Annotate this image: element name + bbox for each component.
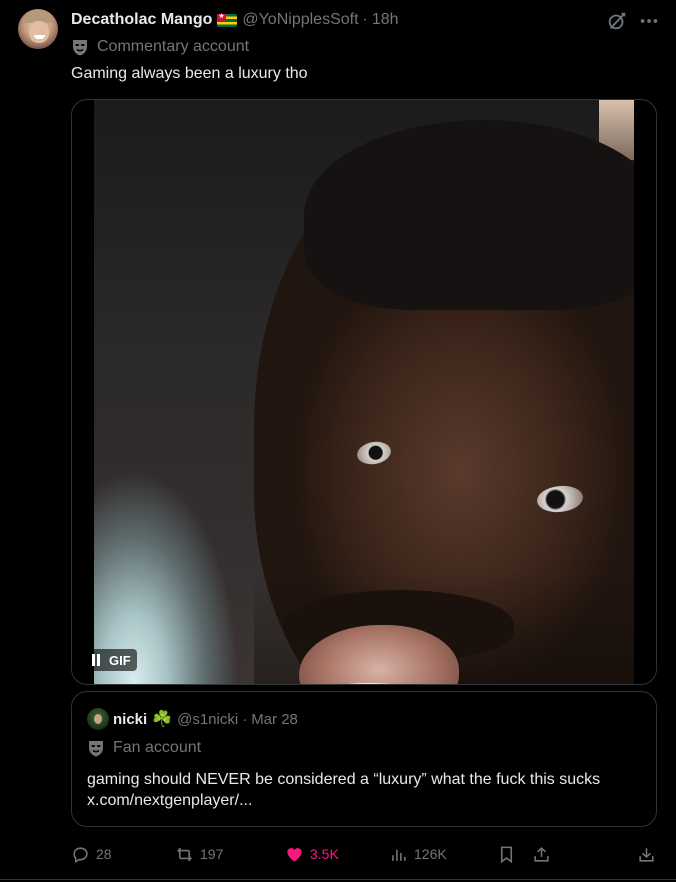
author-handle[interactable]: @YoNipplesSoft xyxy=(242,11,358,29)
top-divider xyxy=(0,0,676,6)
account-label[interactable]: Commentary account xyxy=(71,37,249,57)
action-bar: 28 197 3.5K 126K xyxy=(71,843,661,865)
quote-text: gaming should NEVER be considered a “lux… xyxy=(87,771,601,809)
reply-icon xyxy=(73,846,88,863)
account-label-text: Commentary account xyxy=(97,38,250,55)
share-icon xyxy=(534,846,549,862)
more-icon[interactable] xyxy=(638,10,660,32)
repost-icon xyxy=(177,847,192,861)
quote-account-label[interactable]: Fan account xyxy=(87,739,201,757)
tweet-header: Decatholac Mango @YoNipplesSoft · 18h xyxy=(71,9,399,31)
quote-author-display-name[interactable]: nicki xyxy=(113,711,147,728)
togo-flag-icon xyxy=(217,12,238,27)
reply-count: 28 xyxy=(96,846,112,862)
header-separator: · xyxy=(362,11,368,28)
like-count: 3.5K xyxy=(310,846,339,862)
gif-frame xyxy=(94,100,634,684)
quote-separator: · xyxy=(242,710,248,728)
repost-button[interactable]: 197 xyxy=(175,843,223,865)
download-button[interactable] xyxy=(637,843,662,865)
share-button[interactable] xyxy=(532,843,557,865)
quote-header: nicki ☘️ @s1nicki · Mar 28 xyxy=(87,708,298,730)
views-button[interactable]: 126K xyxy=(389,843,447,865)
gif-hair xyxy=(304,120,634,310)
quoted-tweet[interactable]: nicki ☘️ @s1nicki · Mar 28 Fan account g… xyxy=(71,691,657,827)
gif-badge[interactable]: GIF xyxy=(87,649,137,671)
gif-label: GIF xyxy=(109,652,131,668)
like-button[interactable]: 3.5K xyxy=(285,843,339,865)
shield-mask-icon xyxy=(89,740,103,756)
author-avatar[interactable] xyxy=(18,9,58,49)
quote-timestamp[interactable]: Mar 28 xyxy=(251,711,298,728)
bookmark-icon xyxy=(500,846,513,863)
quote-author-avatar[interactable] xyxy=(87,708,109,730)
avatar-face xyxy=(29,21,49,43)
shield-mask-icon xyxy=(73,39,87,55)
heart-icon xyxy=(287,847,302,862)
bookmark-button[interactable] xyxy=(497,843,522,865)
quote-account-label-text: Fan account xyxy=(113,739,202,756)
views-chart-icon xyxy=(392,849,406,861)
tweet-divider xyxy=(0,879,676,880)
pause-icon[interactable] xyxy=(91,654,101,666)
tweet-text: Gaming always been a luxury tho xyxy=(71,65,308,82)
tweet-timestamp[interactable]: 18h xyxy=(372,11,399,29)
author-display-name[interactable]: Decatholac Mango xyxy=(71,11,212,29)
repost-count: 197 xyxy=(200,846,224,862)
views-count: 126K xyxy=(414,846,447,862)
shamrock-emoji: ☘️ xyxy=(152,711,173,728)
gif-media[interactable]: GIF xyxy=(71,99,657,685)
download-icon xyxy=(639,847,654,862)
reply-button[interactable]: 28 xyxy=(71,843,112,865)
quote-author-handle[interactable]: @s1nicki xyxy=(177,711,238,728)
grok-icon[interactable] xyxy=(606,10,628,32)
tweet[interactable]: Decatholac Mango @YoNipplesSoft · 18h Co… xyxy=(0,0,676,882)
